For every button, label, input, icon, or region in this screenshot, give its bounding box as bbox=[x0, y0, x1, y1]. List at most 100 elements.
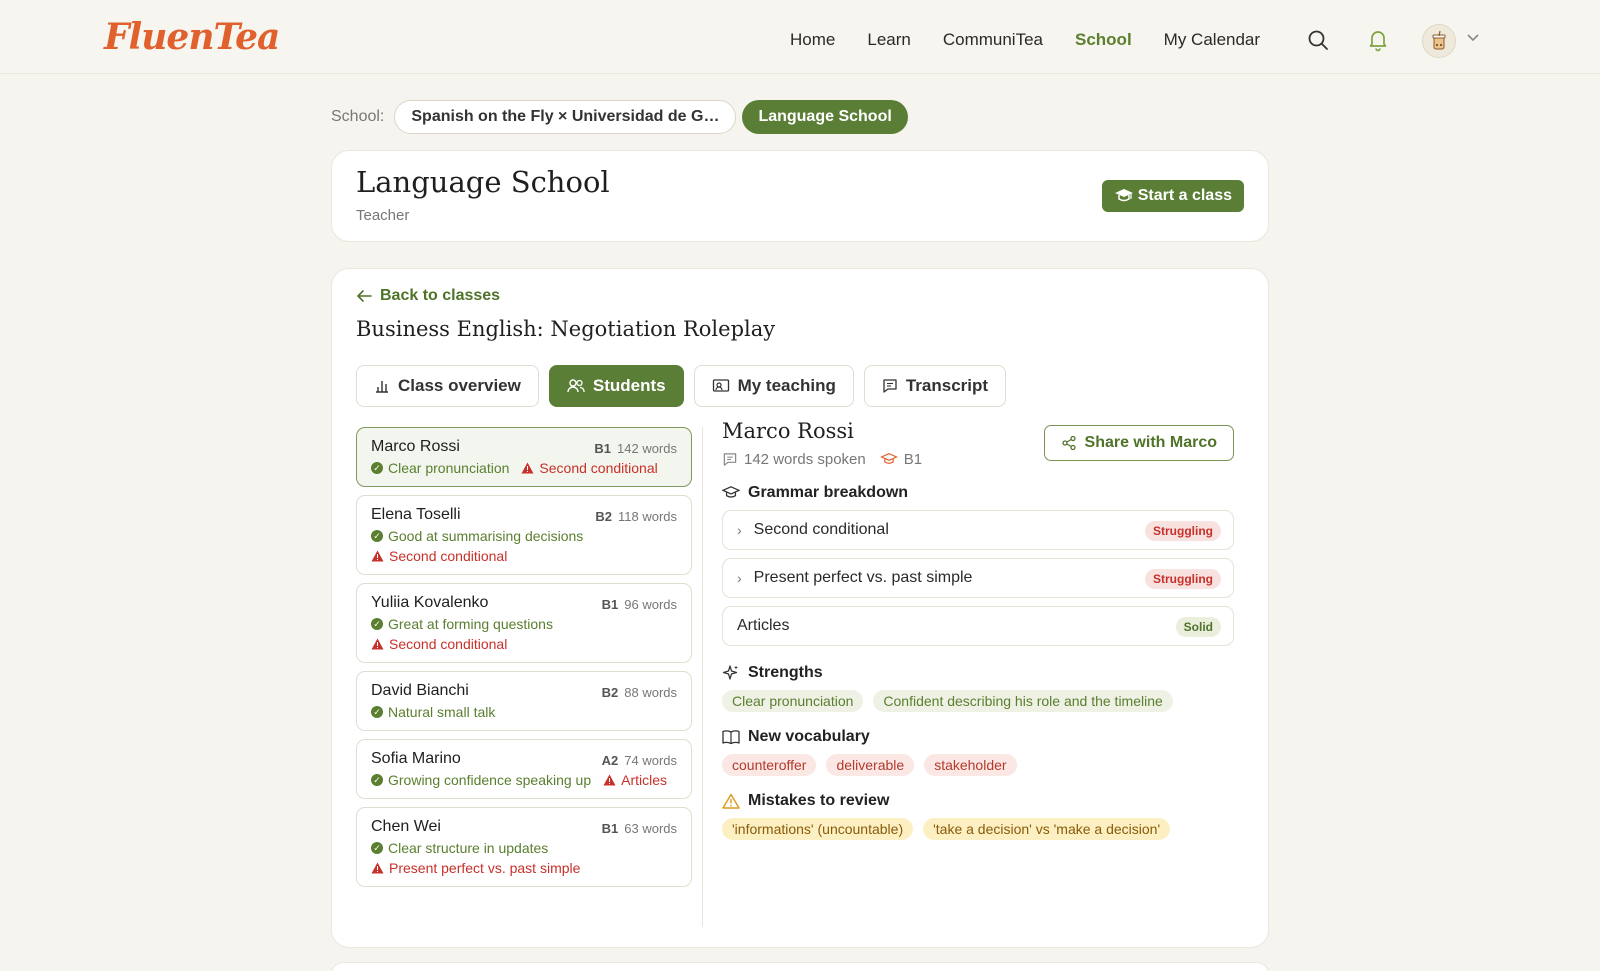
student-words: 118 words bbox=[617, 509, 677, 524]
presentation-icon bbox=[712, 379, 729, 392]
nav-school[interactable]: School bbox=[1075, 30, 1132, 50]
issue-text: Second conditional bbox=[389, 636, 508, 652]
issue-text: Articles bbox=[621, 772, 668, 788]
check-circle-icon: ✓ bbox=[371, 462, 383, 474]
student-meta: B1 63 words bbox=[602, 821, 677, 836]
message-square-icon bbox=[723, 453, 737, 466]
book-open-icon bbox=[722, 730, 740, 745]
search-icon[interactable] bbox=[1306, 28, 1330, 52]
student-meta: B1 142 words bbox=[594, 441, 677, 456]
student-meta: B2 88 words bbox=[602, 685, 677, 700]
school-switcher-pill[interactable]: Spanish on the Fly × Universidad de G… bbox=[394, 100, 737, 134]
tab-class-overview[interactable]: Class overview bbox=[356, 365, 539, 407]
tab-label: My teaching bbox=[737, 376, 836, 395]
student-meta: B1 96 words bbox=[602, 597, 677, 612]
grammar-topic: Second conditional bbox=[753, 521, 889, 538]
nav-my-calendar[interactable]: My Calendar bbox=[1164, 30, 1260, 50]
status-badge: Struggling bbox=[1145, 521, 1221, 541]
strength-text: Clear structure in updates bbox=[388, 840, 549, 856]
arrow-left-icon bbox=[357, 290, 372, 302]
warning-icon bbox=[371, 638, 384, 650]
student-card-yuliia-kovalenko[interactable]: Yuliia Kovalenko B1 96 words ✓ Great at fo… bbox=[356, 583, 692, 663]
fluentea-logo[interactable]: FluenTea bbox=[104, 16, 280, 58]
strengths-heading-text: Strengths bbox=[748, 664, 823, 681]
check-circle-icon: ✓ bbox=[371, 842, 383, 854]
check-circle-icon: ✓ bbox=[371, 530, 383, 542]
graduation-cap-icon bbox=[722, 486, 740, 498]
vocab-chip: deliverable bbox=[826, 754, 915, 776]
page-title: Language School bbox=[356, 165, 610, 199]
chevron-right-icon: › bbox=[737, 522, 742, 538]
nav-communitea[interactable]: CommuniTea bbox=[943, 30, 1043, 50]
grammar-row-second-conditional[interactable]: › Second conditional Struggling bbox=[722, 510, 1234, 550]
issue-text: Present perfect vs. past simple bbox=[389, 860, 581, 876]
users-icon bbox=[567, 379, 585, 393]
graduation-cap-icon bbox=[879, 453, 898, 464]
strength-text: Great at forming questions bbox=[388, 616, 553, 632]
mistakes-heading: Mistakes to review bbox=[722, 792, 1234, 810]
student-card-elena-toselli[interactable]: Elena Toselli B2 118 words ✓ Good at summa… bbox=[356, 495, 692, 575]
strength-tag: ✓ Growing confidence speaking up bbox=[371, 772, 591, 788]
issue-text: Second conditional bbox=[389, 548, 508, 564]
strength-text: Growing confidence speaking up bbox=[388, 772, 592, 788]
status-badge: Solid bbox=[1175, 617, 1221, 637]
school-selector: School: Spanish on the Fly × Universidad… bbox=[331, 100, 908, 134]
student-level: B1 bbox=[601, 597, 619, 612]
message-square-icon bbox=[883, 379, 897, 393]
strength-tag: ✓ Natural small talk bbox=[371, 704, 677, 720]
issue-tag: Second conditional bbox=[521, 460, 658, 476]
student-level: B2 bbox=[595, 509, 612, 524]
student-words: 96 words bbox=[624, 597, 677, 612]
strength-text: Clear pronunciation bbox=[388, 460, 510, 476]
avatar[interactable] bbox=[1422, 24, 1456, 58]
share-with-student-button[interactable]: Share with Marco bbox=[1043, 425, 1234, 461]
student-card-marco-rossi[interactable]: Marco Rossi B1 142 words ✓ Clear pronuncia… bbox=[356, 427, 692, 487]
words-spoken: 142 words spoken bbox=[744, 451, 866, 468]
nav-home[interactable]: Home bbox=[790, 30, 835, 50]
sparkles-icon bbox=[722, 665, 738, 680]
mistakes-chips: 'informations' (uncountable) 'take a dec… bbox=[722, 818, 1234, 840]
vocabulary-chips: counteroffer deliverable stakeholder bbox=[722, 754, 1234, 776]
bell-icon[interactable] bbox=[1366, 28, 1390, 52]
school-label: School: bbox=[331, 108, 385, 125]
strength-tag: ✓ Clear structure in updates bbox=[371, 840, 677, 856]
nav-learn[interactable]: Learn bbox=[867, 30, 910, 50]
class-tabs: Class overview Students My teaching Tran… bbox=[356, 365, 1007, 407]
column-divider bbox=[702, 427, 703, 927]
warning-icon bbox=[603, 774, 616, 786]
issue-text: Second conditional bbox=[539, 460, 658, 476]
student-card-sofia-marino[interactable]: Sofia Marino A2 74 words ✓ Growing confide… bbox=[356, 739, 692, 799]
chevron-down-icon[interactable] bbox=[1466, 33, 1480, 43]
student-meta: A2 74 words bbox=[602, 753, 677, 768]
student-meta: B2 118 words bbox=[595, 509, 677, 524]
mistake-chip: 'take a decision' vs 'make a decision' bbox=[923, 818, 1171, 840]
back-to-classes-link[interactable]: Back to classes bbox=[356, 287, 500, 305]
student-card-chen-wei[interactable]: Chen Wei B1 63 words ✓ Clear structure in … bbox=[356, 807, 692, 887]
grammar-row-present-perfect[interactable]: › Present perfect vs. past simple Strugg… bbox=[722, 558, 1234, 598]
issue-tag: Articles bbox=[603, 772, 667, 788]
main-nav: Home Learn CommuniTea School My Calendar bbox=[790, 30, 1292, 50]
strength-text: Good at summarising decisions bbox=[388, 528, 584, 544]
tab-students[interactable]: Students bbox=[548, 365, 684, 407]
grammar-topic: Articles bbox=[737, 617, 790, 634]
tab-my-teaching[interactable]: My teaching bbox=[693, 365, 854, 407]
student-level: A2 bbox=[601, 753, 619, 768]
student-words: 63 words bbox=[624, 821, 677, 836]
chevron-right-icon: › bbox=[737, 570, 742, 586]
strength-chip: Confident describing his role and the ti… bbox=[873, 690, 1173, 712]
start-class-button[interactable]: Start a class bbox=[1101, 180, 1244, 212]
role-switcher-pill[interactable]: Language School bbox=[742, 100, 908, 134]
graduation-cap-icon bbox=[1114, 189, 1133, 202]
strengths-chips: Clear pronunciation Confident describing… bbox=[722, 690, 1234, 712]
issue-tag: Present perfect vs. past simple bbox=[371, 860, 677, 876]
warning-icon bbox=[722, 793, 740, 809]
strength-tag: ✓ Good at summarising decisions bbox=[371, 528, 677, 544]
student-level: B2 bbox=[601, 685, 619, 700]
student-card-david-bianchi[interactable]: David Bianchi B2 88 words ✓ Natural small … bbox=[356, 671, 692, 731]
bubble-tea-avatar-icon bbox=[1432, 30, 1446, 50]
detail-level: B1 bbox=[903, 451, 923, 468]
student-level: B1 bbox=[601, 821, 619, 836]
tab-transcript[interactable]: Transcript bbox=[863, 365, 1007, 407]
grammar-topic: Present perfect vs. past simple bbox=[753, 569, 973, 586]
grammar-row-articles: Articles Solid bbox=[722, 606, 1234, 646]
